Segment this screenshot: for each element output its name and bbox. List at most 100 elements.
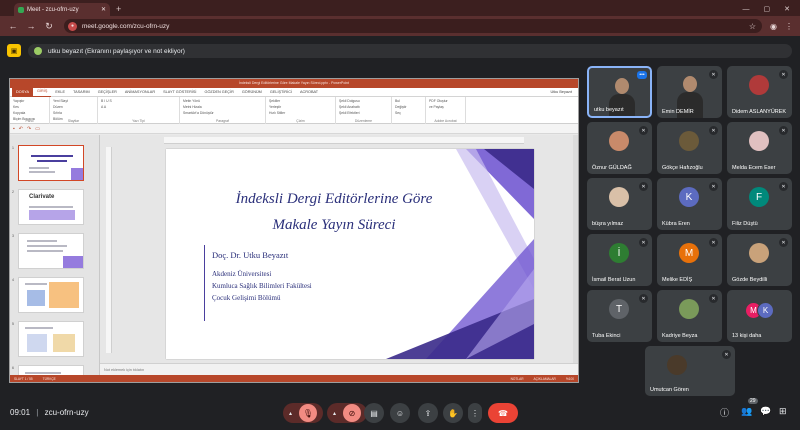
captions-button[interactable]: ▤ — [364, 403, 384, 423]
ppt-tab-animations[interactable]: ANİMASYONLAR — [121, 88, 159, 97]
camera-options-chevron-icon[interactable]: ▴ — [333, 410, 336, 417]
participant-tile[interactable]: ✕ Gözde Beydilli — [727, 234, 792, 286]
ppt-tab-transitions[interactable]: GEÇİŞLER — [94, 88, 121, 97]
chat-icon[interactable]: 💬 — [760, 406, 771, 417]
tile-options-icon[interactable]: ••• — [637, 71, 647, 79]
present-button[interactable]: ⇪ — [418, 403, 438, 423]
address-bar[interactable]: ● meet.google.com/zcu-ofrn-uzy ☆ — [64, 19, 762, 33]
vertical-scrollbar[interactable] — [573, 135, 578, 363]
participant-tile[interactable]: T ✕ Tuba Ekinci — [587, 290, 652, 342]
text-direction-button[interactable]: Metin Yönü — [183, 99, 262, 103]
slide-thumbnail[interactable]: 6 — [12, 365, 84, 375]
reset-button[interactable]: Sıfırla — [53, 111, 94, 115]
slide-thumbnail[interactable]: 2 Clarivate — [12, 189, 84, 225]
muted-mic-icon: ✕ — [639, 126, 648, 135]
participant-tile[interactable]: ✕ Emin DEMİR — [657, 66, 722, 118]
participant-tile[interactable]: ✕ Umutcan Gören — [645, 346, 735, 396]
browser-menu-icon[interactable]: ⋮ — [785, 22, 793, 31]
participant-tile[interactable]: ✕ Kadriye Beyza — [657, 290, 722, 342]
slideshow-icon[interactable]: ▭ — [35, 126, 40, 132]
shapes-button[interactable]: Şekiller — [269, 99, 332, 103]
ppt-tab-design[interactable]: TASARIM — [69, 88, 94, 97]
find-button[interactable]: Bul — [395, 99, 422, 103]
ppt-tab-view[interactable]: GÖRÜNÜM — [238, 88, 266, 97]
ppt-tab-home[interactable]: GİRİŞ — [33, 87, 52, 97]
participant-tile[interactable]: ••• utku beyazıt — [587, 66, 652, 118]
notes-pane[interactable]: Not eklemek için tıklatın — [100, 363, 578, 375]
font-style-buttons[interactable]: B I U S — [101, 99, 176, 103]
meeting-details-icon[interactable]: ⓘ — [720, 406, 729, 419]
slide-thumbnail[interactable]: 4 — [12, 277, 84, 313]
shape-outline-button[interactable]: Şekil Anahattı — [339, 105, 388, 109]
mic-off-icon[interactable]: 🎙 — [299, 404, 317, 422]
activities-icon[interactable]: ⊞ — [779, 406, 787, 417]
slide-thumbnail[interactable]: 5 — [12, 321, 84, 357]
current-slide[interactable]: İndeksli Dergi Editörlerine Göre Makale … — [166, 149, 534, 359]
microphone-control[interactable]: ▴ 🎙 — [283, 403, 323, 423]
camera-off-icon[interactable]: ⊘ — [343, 404, 361, 422]
slide-thumbnail[interactable]: 3 — [12, 233, 84, 269]
participant-tile[interactable]: ✕ Öznur GÜLDAĞ — [587, 122, 652, 174]
paste-button[interactable]: Yapıştır — [13, 99, 46, 103]
maximize-button[interactable]: ▢ — [764, 3, 771, 16]
quick-styles-button[interactable]: Hızlı Stiller — [269, 111, 332, 115]
bookmark-star-icon[interactable]: ☆ — [749, 22, 756, 31]
ppt-tab-review[interactable]: GÖZDEN GEÇİR — [200, 88, 237, 97]
raise-hand-button[interactable]: ✋ — [443, 403, 463, 423]
forward-arrow-icon[interactable]: → — [26, 21, 36, 31]
leave-call-button[interactable]: ☎ — [488, 403, 518, 423]
ppt-tab-file[interactable]: DOSYA — [12, 87, 34, 97]
ppt-tab-slideshow[interactable]: SLAYT GÖSTERİSİ — [159, 88, 200, 97]
tab-close-icon[interactable]: ✕ — [101, 6, 106, 13]
shape-effects-button[interactable]: Şekil Efektleri — [339, 111, 388, 115]
reactions-button[interactable]: ☺ — [390, 403, 410, 423]
participant-tile[interactable]: M ✕ Melike EDİŞ — [657, 234, 722, 286]
participant-tile[interactable]: İ ✕ İsmail Berat Uzun — [587, 234, 652, 286]
people-icon[interactable]: 👥 — [741, 406, 752, 417]
participant-tile[interactable]: K ✕ Kübra Eren — [657, 178, 722, 230]
slide-thumbnail[interactable]: 1 — [12, 145, 84, 181]
zoom-level[interactable]: %100 — [566, 377, 574, 381]
undo-icon[interactable]: ↶ — [19, 126, 23, 132]
notes-toggle[interactable]: NOTLAR — [511, 377, 524, 381]
participant-tile[interactable]: ✕ Gökçe Hafızoğlu — [657, 122, 722, 174]
redo-icon[interactable]: ↷ — [27, 126, 31, 132]
minimize-button[interactable]: — — [743, 3, 750, 16]
share-pdf-button[interactable]: ve Paylaş — [429, 105, 462, 109]
new-slide-button[interactable]: Yeni Slayt — [53, 99, 94, 103]
more-options-button[interactable]: ⋮ — [468, 403, 482, 423]
slide-title-line2: Makale Yayın Süreci — [272, 217, 396, 233]
ppt-tab-insert[interactable]: EKLE — [51, 88, 69, 97]
create-pdf-button[interactable]: PDF Oluştur — [429, 99, 462, 103]
ppt-tab-developer[interactable]: GELİŞTİRİCİ — [266, 88, 296, 97]
profile-icon[interactable]: ◉ — [770, 22, 777, 31]
participant-tile[interactable]: ✕ Didem ASLANYÜREK — [727, 66, 792, 118]
browser-tab[interactable]: Meet - zcu-ofrn-uzy ✕ — [14, 3, 110, 16]
ppt-status-bar: SLAYT 1 / 55 TÜRKÇE NOTLAR AÇIKLAMALAR %… — [10, 375, 578, 382]
replace-button[interactable]: Değiştir — [395, 105, 422, 109]
participant-tile[interactable]: F ✕ Filiz Düştü — [727, 178, 792, 230]
font-size-buttons[interactable]: A A — [101, 105, 176, 109]
select-button[interactable]: Seç — [395, 111, 422, 115]
back-arrow-icon[interactable]: ← — [8, 21, 18, 31]
save-icon[interactable]: ▪ — [13, 126, 15, 132]
site-info-icon[interactable]: ● — [68, 21, 77, 31]
new-tab-button[interactable]: + — [116, 3, 121, 16]
ppt-tab-acrobat[interactable]: ACROBAT — [296, 88, 322, 97]
align-text-button[interactable]: Metni Hizala — [183, 105, 262, 109]
participant-tile[interactable]: ✕ Melda Ecem Eser — [727, 122, 792, 174]
arrange-button[interactable]: Yerleştir — [269, 105, 332, 109]
ribbon-group-font: B I U S A A Yazı Tipi — [98, 97, 180, 124]
layout-button[interactable]: Düzen — [53, 105, 94, 109]
smartart-button[interactable]: SmartArt'a Dönüştür — [183, 111, 262, 115]
camera-control[interactable]: ▴ ⊘ — [327, 403, 367, 423]
participant-tile[interactable]: ✕ büşra yılmaz — [587, 178, 652, 230]
shape-fill-button[interactable]: Şekil Dolgusu — [339, 99, 388, 103]
participant-tile[interactable]: M K 13 kişi daha — [727, 290, 792, 342]
cut-button[interactable]: Kes — [13, 105, 46, 109]
reload-icon[interactable]: ↻ — [44, 21, 54, 32]
copy-button[interactable]: Kopyala — [13, 111, 46, 115]
mic-options-chevron-icon[interactable]: ▴ — [289, 410, 292, 417]
close-window-button[interactable]: ✕ — [784, 3, 790, 16]
comments-toggle[interactable]: AÇIKLAMALAR — [534, 377, 556, 381]
